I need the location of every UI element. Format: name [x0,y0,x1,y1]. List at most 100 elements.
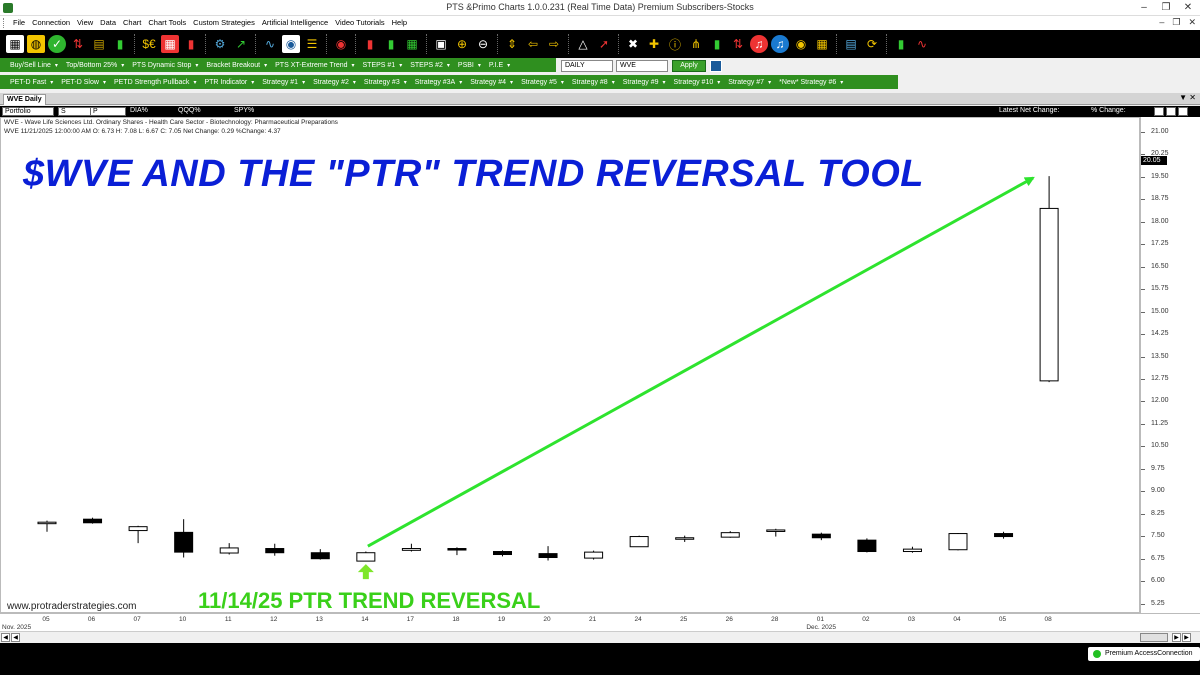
candle-body[interactable] [356,552,376,562]
wave-icon[interactable]: ∿ [913,35,931,53]
dropdown-arrow-icon[interactable]: ▾ [459,79,466,86]
mdi-restore-button[interactable]: ❐ [1172,17,1180,28]
candle-green-icon[interactable]: ▮ [382,35,400,53]
apply-button[interactable]: Apply [672,60,706,72]
strategy-buy-sell-line[interactable]: Buy/Sell Line [6,62,55,69]
grid-layout-icon[interactable]: ▦ [813,35,831,53]
dropdown-arrow-icon[interactable]: ▾ [561,79,568,86]
view-eye-icon[interactable]: ◉ [332,35,350,53]
cross-cursor-icon[interactable]: ⋔ [687,35,705,53]
menu-help[interactable]: Help [392,18,407,27]
refresh-symbol-icon[interactable] [710,60,722,72]
candle-body[interactable] [902,548,922,553]
menu-data[interactable]: Data [100,18,116,27]
mdi-minimize-button[interactable]: – [1159,17,1164,28]
candle-body[interactable] [401,548,421,551]
scroll-first-button[interactable]: ◀ [1,633,10,642]
candlestick-icon[interactable]: ▮ [361,35,379,53]
dropdown-arrow-icon[interactable]: ▾ [302,79,309,86]
up-icon[interactable] [1166,107,1176,116]
buysell-arrows-icon[interactable]: ⇅ [729,35,747,53]
strategy-p-i-e[interactable]: P.I.E [485,62,507,69]
candle-body[interactable] [766,529,786,532]
candle-body[interactable] [174,531,194,553]
dropdown-arrow-icon[interactable]: ▾ [510,79,517,86]
dropdown-arrow-icon[interactable]: ▾ [55,62,62,69]
menu-view[interactable]: View [77,18,93,27]
close-button[interactable]: ✕ [1178,1,1198,14]
strategy-psbi[interactable]: PSBI [454,62,478,69]
strategy-steps-2[interactable]: STEPS #2 [406,62,447,69]
line-chart-icon[interactable]: ∿ [261,35,279,53]
doc-close-icon[interactable]: ▼ ✕ [1179,93,1196,102]
alert-bell-icon[interactable]: ♫ [750,35,768,53]
dropdown-arrow-icon[interactable]: ▾ [251,79,258,86]
dropdown-arrow-icon[interactable]: ▾ [353,79,360,86]
strategy-new-strategy-6[interactable]: *New* Strategy #6 [775,79,840,86]
candle-pair-icon[interactable]: ▮ [708,35,726,53]
heatmap-icon[interactable]: ▦ [403,35,421,53]
list-icon[interactable]: ☰ [303,35,321,53]
document-icon[interactable]: ▤ [842,35,860,53]
dropdown-arrow-icon[interactable]: ▾ [447,62,454,69]
dropdown-arrow-icon[interactable]: ▾ [103,79,110,86]
dropdown-arrow-icon[interactable]: ▾ [507,62,514,69]
multi-candle-icon[interactable]: ▮ [892,35,910,53]
dropdown-arrow-icon[interactable]: ▾ [195,62,202,69]
dropdown-arrow-icon[interactable]: ▾ [352,62,359,69]
strategy-top-bottom-25[interactable]: Top/Bottom 25% [62,62,121,69]
strategy-ptr-indicator[interactable]: PTR Indicator [200,79,251,86]
strategy-pet-d-slow[interactable]: PET-D Slow [57,79,103,86]
notify-bell-icon[interactable]: ♫ [771,35,789,53]
trend-icon[interactable]: ↗ [232,35,250,53]
chart-panel[interactable]: WVE - Wave Life Sciences Ltd. Ordinary S… [0,117,1140,613]
candle-body[interactable] [310,552,330,560]
candle-body[interactable] [128,526,148,532]
calculator-icon[interactable]: ▦ [161,35,179,53]
symbol-input[interactable]: WVE [616,60,668,72]
strategy-strategy-4[interactable]: Strategy #4 [466,79,510,86]
scroll-last-button[interactable]: ▶ [1182,633,1191,642]
menu-custom-strategies[interactable]: Custom Strategies [193,18,255,27]
candle-body[interactable] [584,551,604,559]
pointer-icon[interactable]: ➚ [595,35,613,53]
strategy-pts-xt-extreme-trend[interactable]: PTS XT-Extreme Trend [271,62,351,69]
minimize-button[interactable]: – [1134,1,1154,14]
dropdown-arrow-icon[interactable]: ▾ [840,79,847,86]
menu-chart[interactable]: Chart [123,18,141,27]
color-wheel-icon[interactable]: ◉ [792,35,810,53]
s-select[interactable]: S [58,107,94,116]
dropdown-arrow-icon[interactable]: ▾ [612,79,619,86]
dropdown-arrow-icon[interactable]: ▾ [404,79,411,86]
strategy-strategy-3[interactable]: Strategy #3 [360,79,404,86]
candle-body[interactable] [857,539,877,553]
mdi-close-button[interactable]: ✕ [1188,17,1196,28]
updown-icon[interactable]: ⇕ [503,35,521,53]
date-axis[interactable]: 05 06 07 10 11 12 13 14 17 18 19 20 21 24 25 26 28 01 02 03… [0,613,1200,631]
zoom-in-icon[interactable]: ⊕ [453,35,471,53]
arrow-right-icon[interactable]: ⇨ [545,35,563,53]
candle-body[interactable] [1039,207,1059,382]
arrow-left-icon[interactable]: ⇦ [524,35,542,53]
strategy-strategy-1[interactable]: Strategy #1 [258,79,302,86]
restore-button[interactable]: ❐ [1156,1,1176,14]
menu-connection[interactable]: Connection [32,18,70,27]
price-axis[interactable]: 20.05 21.00 20.25 19.50 18.75 18.00 17.25 16.5… [1140,117,1200,613]
strategy-petd-strength-pullback[interactable]: PETD Strength Pullback [110,79,193,86]
scroll-right-button[interactable]: ▶ [1172,633,1181,642]
save-icon[interactable]: ▣ [432,35,450,53]
candle-body[interactable] [811,533,831,539]
strategy-strategy-5[interactable]: Strategy #5 [517,79,561,86]
dropdown-arrow-icon[interactable]: ▾ [717,79,724,86]
candle-body[interactable] [265,548,285,554]
candle-body[interactable] [538,553,558,559]
dropdown-arrow-icon[interactable]: ▾ [50,79,57,86]
home-icon[interactable] [1154,107,1164,116]
menu-artificial-intelligence[interactable]: Artificial Intelligence [262,18,328,27]
strategy-strategy-8[interactable]: Strategy #8 [568,79,612,86]
strategy-pet-d-fast[interactable]: PET-D Fast [6,79,50,86]
tab-wve-daily[interactable]: WVE Daily [3,94,46,105]
refresh-icon[interactable]: ⟳ [863,35,881,53]
scanner-icon[interactable]: ◍ [27,35,45,53]
crosshair-icon[interactable]: ✚ [645,35,663,53]
